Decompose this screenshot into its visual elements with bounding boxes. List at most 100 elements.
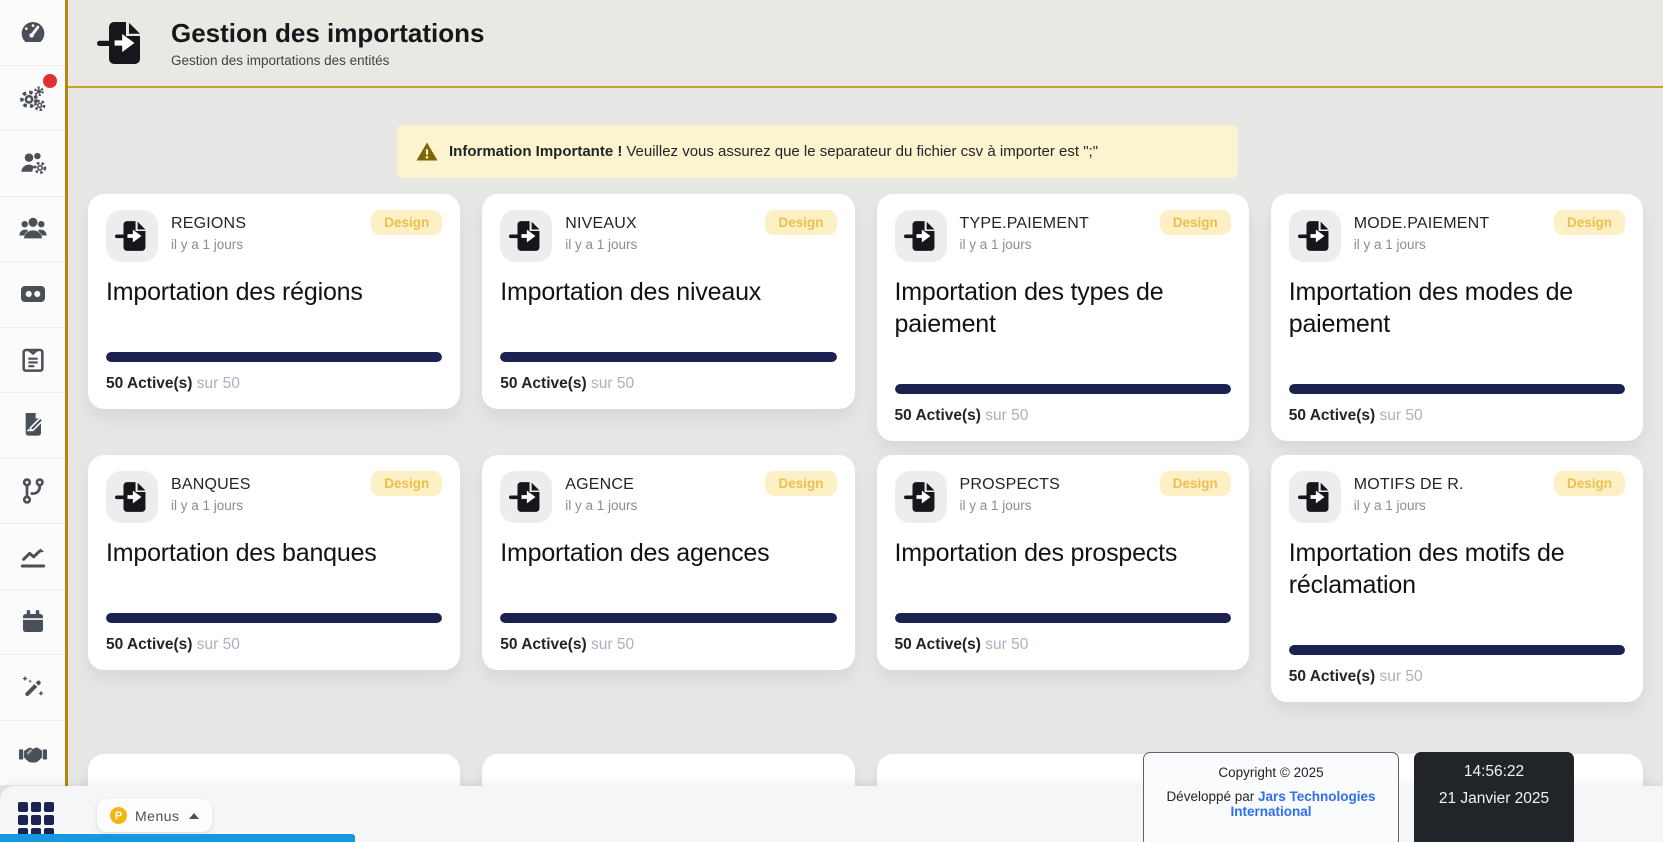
card-entity-name: REGIONS [171, 215, 247, 232]
import-card[interactable]: BANQUES il y a 1 jours Design Importatio… [88, 455, 461, 670]
total-count: sur 50 [985, 636, 1029, 653]
card-stats: 50 Active(s) sur 50 [500, 374, 836, 393]
total-count: sur 50 [591, 375, 635, 392]
card-icon-container [106, 210, 158, 262]
card-updated-time: il y a 1 jours [959, 237, 1032, 252]
import-file-icon [115, 221, 146, 251]
card-icon-container [1288, 210, 1341, 262]
card-entity-name: AGENCE [565, 476, 635, 493]
card-stats: 50 Active(s) sur 50 [1289, 406, 1625, 425]
card-updated-time: il y a 1 jours [959, 498, 1032, 513]
import-card[interactable]: TYPE.PAIEMENT il y a 1 jours Design Impo… [876, 194, 1249, 441]
card-header-row: MOTIFS DE R. il y a 1 jours Design [1288, 471, 1625, 523]
sidebar-item-archive[interactable] [0, 262, 65, 328]
sidebar-item-calendar[interactable] [0, 590, 65, 655]
developed-by-line: Développé par Jars Technologies Internat… [1144, 789, 1398, 819]
progress-bar [500, 352, 837, 362]
card-updated-time: il y a 1 jours [171, 498, 244, 513]
import-file-icon [903, 482, 934, 512]
card-stats: 50 Active(s) sur 50 [895, 635, 1231, 654]
handshake-icon [18, 747, 47, 763]
card-entity-name: PROSPECTS [959, 476, 1060, 493]
calendar-icon [22, 609, 43, 632]
active-count: 50 Active(s) [106, 636, 193, 653]
card-title: Importation des banques [106, 539, 377, 567]
card-spacer [500, 569, 836, 613]
card-entity-name: MOTIFS DE R. [1353, 476, 1464, 493]
import-card[interactable]: REGIONS il y a 1 jours Design Importatio… [88, 194, 461, 409]
copyright-text: Copyright © 2025 [1218, 765, 1324, 780]
magic-wand-icon [21, 676, 44, 697]
clock-date: 21 Janvier 2025 [1438, 790, 1550, 807]
sidebar-item-workflow[interactable] [0, 459, 65, 524]
card-header-row: REGIONS il y a 1 jours Design [106, 210, 443, 262]
user-gear-icon [20, 153, 46, 175]
card-title: Importation des régions [106, 278, 363, 306]
sidebar-item-settings[interactable] [0, 66, 65, 131]
progress-fill [1288, 645, 1625, 655]
progress-bar [106, 613, 443, 623]
import-card[interactable]: PROSPECTS il y a 1 jours Design Importat… [876, 455, 1249, 670]
import-file-icon [509, 221, 540, 251]
active-count: 50 Active(s) [500, 375, 587, 392]
import-card[interactable]: MOTIFS DE R. il y a 1 jours Design Impor… [1270, 455, 1643, 702]
alert-title: Information Importante ! [449, 143, 623, 160]
card-entity-name: NIVEAUX [565, 215, 637, 232]
total-count: sur 50 [196, 636, 240, 653]
card-updated-time: il y a 1 jours [565, 498, 638, 513]
clipboard-icon [21, 348, 44, 372]
total-count: sur 50 [985, 407, 1029, 424]
progress-fill [894, 613, 1231, 623]
info-alert: Information Importante ! Veuillez vous as… [397, 125, 1238, 178]
card-updated-time: il y a 1 jours [1353, 498, 1426, 513]
settings-gears-icon [19, 86, 45, 111]
sidebar-item-partners[interactable] [0, 721, 65, 786]
design-badge: Design [371, 471, 443, 496]
card-stats: 50 Active(s) sur 50 [895, 406, 1231, 425]
active-count: 50 Active(s) [894, 636, 981, 653]
menus-label: Menus [135, 807, 180, 824]
card-entity-name: BANQUES [171, 476, 251, 493]
progress-bar [106, 352, 443, 362]
sidebar-item-forms[interactable] [0, 328, 65, 393]
chevron-up-icon [188, 812, 199, 819]
progress-fill [1288, 384, 1625, 394]
card-icon-container [894, 471, 947, 523]
card-spacer [1289, 601, 1625, 645]
import-cards-grid: REGIONS il y a 1 jours Design Importatio… [68, 194, 1663, 702]
card-title: Importation des modes de paiement [1288, 278, 1574, 338]
import-file-icon [509, 482, 540, 512]
sidebar-item-user-management[interactable] [0, 131, 65, 197]
accent-divider [65, 0, 68, 786]
sidebar-item-dashboard[interactable] [0, 0, 65, 66]
alert-message: Veuillez vous assurez que le separateur … [626, 143, 1099, 160]
card-spacer [106, 308, 442, 352]
card-header-row: NIVEAUX il y a 1 jours Design [500, 210, 837, 262]
card-stats: 50 Active(s) sur 50 [106, 635, 442, 654]
cassette-icon [20, 286, 45, 303]
card-spacer [1289, 340, 1625, 384]
total-count: sur 50 [196, 375, 240, 392]
sidebar-item-users[interactable] [0, 197, 65, 262]
page-title: Gestion des importations [171, 17, 485, 48]
card-title: Importation des motifs de réclamation [1288, 539, 1565, 599]
active-count: 50 Active(s) [106, 375, 193, 392]
card-spacer [106, 569, 442, 613]
import-card[interactable]: MODE.PAIEMENT il y a 1 jours Design Impo… [1270, 194, 1643, 441]
page-header: Gestion des importations Gestion des imp… [68, 0, 1663, 88]
design-badge: Design [1159, 471, 1231, 496]
card-stats: 50 Active(s) sur 50 [1289, 667, 1625, 686]
card-entity-name: MODE.PAIEMENT [1353, 215, 1490, 232]
card-header-row: MODE.PAIEMENT il y a 1 jours Design [1288, 210, 1625, 262]
progress-bar [500, 613, 837, 623]
menus-button[interactable]: P Menus [97, 799, 212, 832]
progress-bar [894, 384, 1231, 394]
sidebar-item-statistics[interactable] [0, 524, 65, 590]
menus-badge-icon: P [110, 807, 127, 824]
sidebar-item-contracts[interactable] [0, 393, 65, 459]
active-count: 50 Active(s) [500, 636, 587, 653]
import-card[interactable]: AGENCE il y a 1 jours Design Importation… [482, 455, 855, 670]
progress-fill [894, 384, 1231, 394]
sidebar-item-automation[interactable] [0, 655, 65, 721]
import-card[interactable]: NIVEAUX il y a 1 jours Design Importatio… [482, 194, 855, 409]
